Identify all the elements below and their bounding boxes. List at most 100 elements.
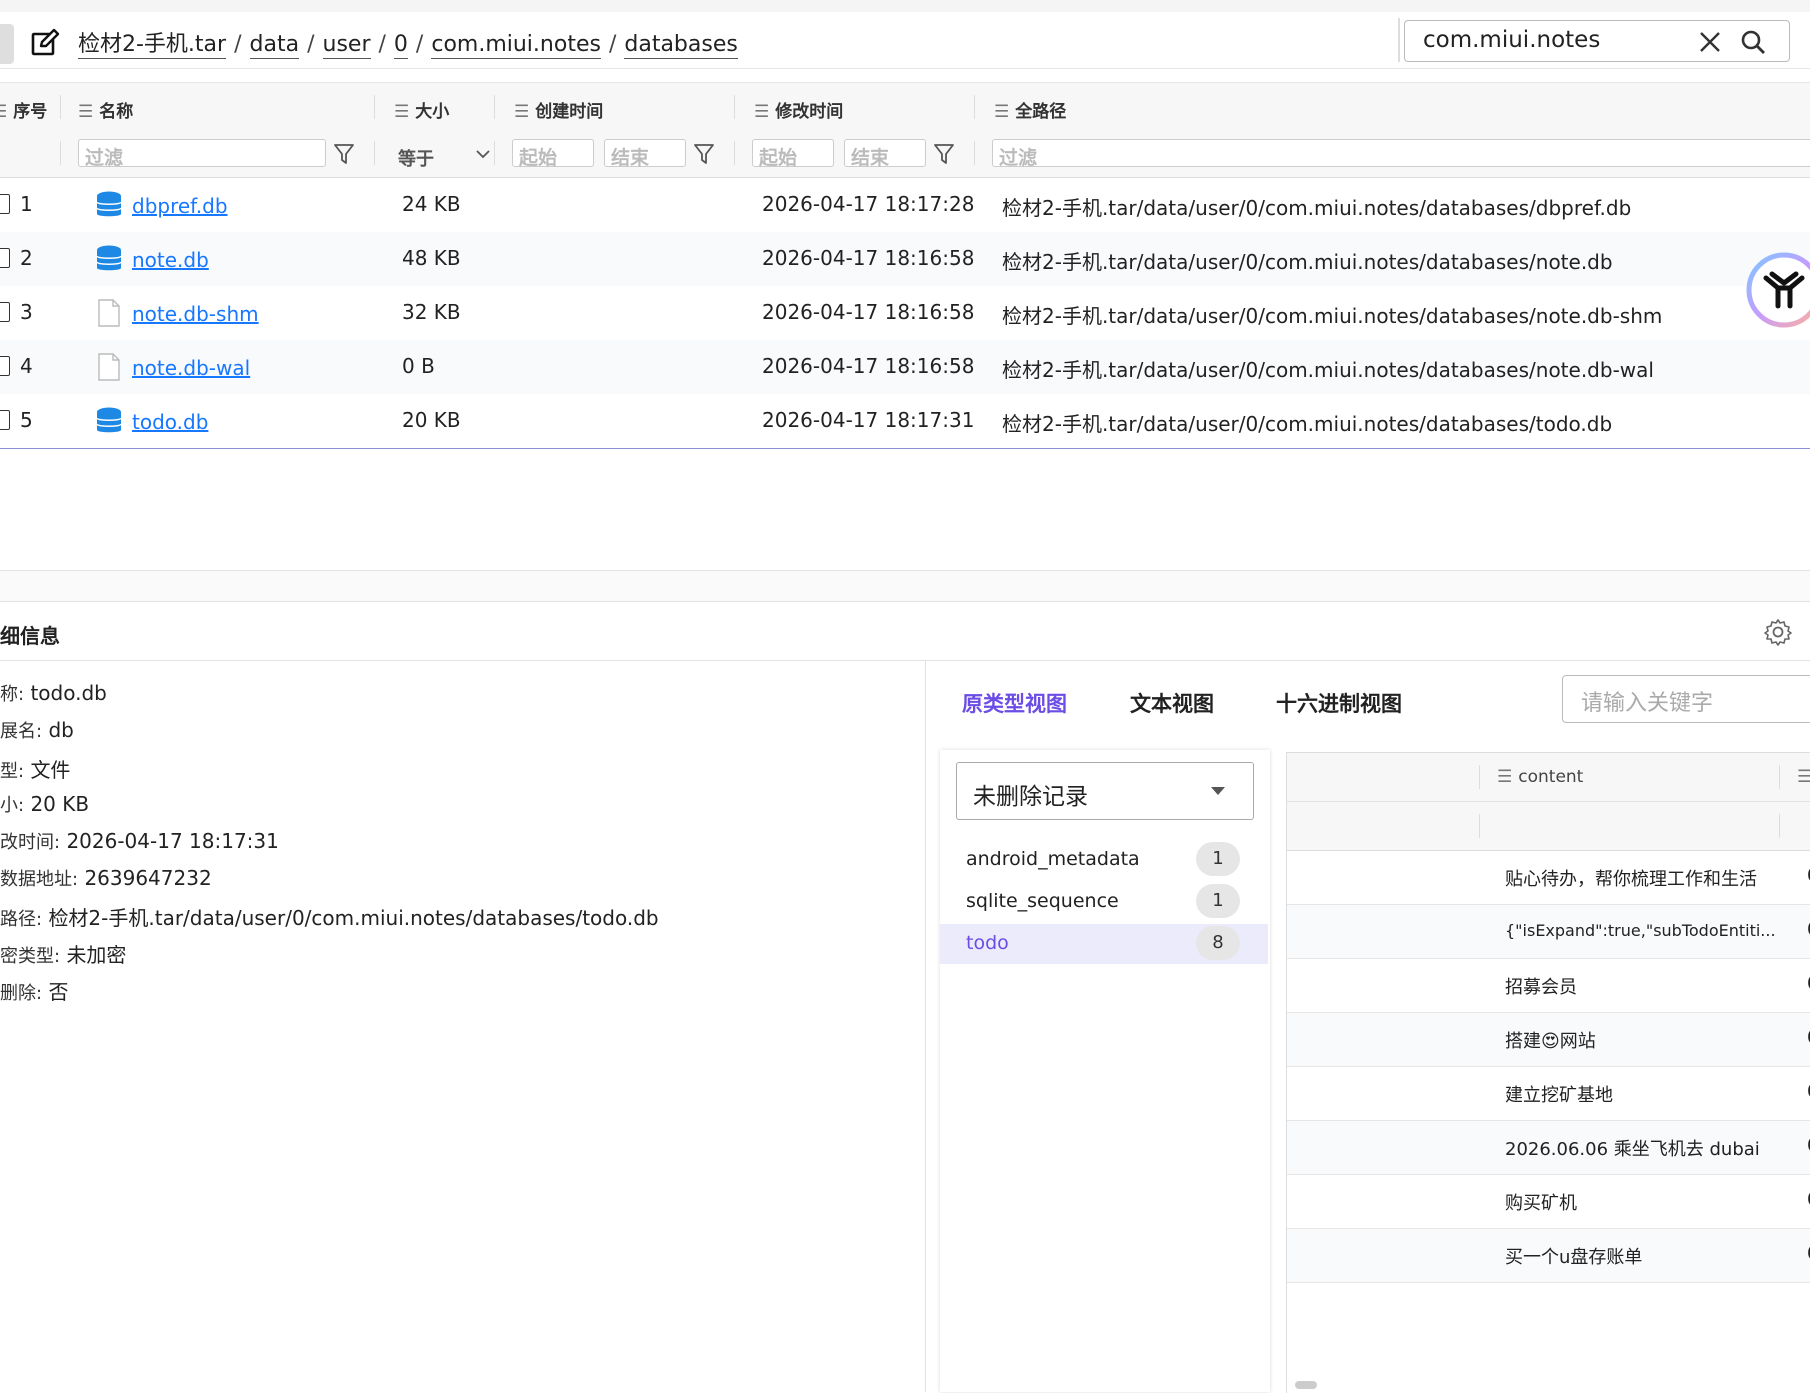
row-checkbox[interactable] bbox=[0, 194, 10, 214]
col-resizer[interactable] bbox=[60, 95, 61, 119]
file-icon bbox=[98, 299, 120, 327]
prop-deleted: 删除: 否 bbox=[0, 980, 69, 1004]
detail-panel-title: 细信息 bbox=[0, 624, 60, 648]
col-header-menu-icon[interactable]: ☰ bbox=[1797, 767, 1810, 787]
file-size: 48 KB bbox=[402, 246, 461, 270]
edit-path-icon[interactable] bbox=[30, 28, 60, 58]
col-resizer[interactable] bbox=[1779, 765, 1780, 789]
col-header-modified[interactable]: ☰ 修改时间 bbox=[754, 97, 843, 122]
file-name-link[interactable]: note.db bbox=[132, 248, 209, 272]
search-icon[interactable] bbox=[1740, 29, 1766, 55]
col-resizer[interactable] bbox=[734, 95, 735, 119]
grid-filter-row bbox=[1287, 802, 1810, 851]
col-header-size[interactable]: ☰ 大小 bbox=[394, 97, 449, 122]
breadcrumb-item[interactable]: com.miui.notes bbox=[431, 32, 601, 59]
col-header-created[interactable]: ☰ 创建时间 bbox=[514, 97, 603, 122]
row-index: 2 bbox=[20, 246, 33, 270]
modified-end-input[interactable]: 结束 bbox=[844, 139, 926, 169]
col-header-content[interactable]: ☰ content bbox=[1497, 767, 1583, 787]
record-filter-select[interactable]: 未删除记录 bbox=[956, 762, 1254, 820]
row-index: 3 bbox=[20, 300, 33, 324]
col-resizer[interactable] bbox=[974, 95, 975, 119]
record-grid: ☰content ☰ 贴心待办，帮你梳理工作和生活 0 {"isExpand":… bbox=[1286, 752, 1810, 1393]
prop-name: 称: todo.db bbox=[0, 681, 107, 705]
modified-time: 2026-04-17 18:16:58 bbox=[762, 300, 975, 324]
breadcrumb-item[interactable]: databases bbox=[624, 32, 738, 59]
grid-row[interactable]: 招募会员 0 bbox=[1287, 959, 1810, 1013]
gear-icon[interactable] bbox=[1764, 618, 1792, 646]
grid-row[interactable]: 贴心待办，帮你梳理工作和生活 0 bbox=[1287, 851, 1810, 905]
breadcrumb-item[interactable]: data bbox=[249, 32, 300, 59]
funnel-icon[interactable] bbox=[934, 143, 954, 165]
row-checkbox[interactable] bbox=[0, 302, 10, 322]
table-row-selected[interactable]: 5 todo.db 20 KB 2026-04-17 18:17:31 检材2-… bbox=[0, 394, 1810, 449]
grid-row[interactable]: 买一个u盘存账单 0 bbox=[1287, 1229, 1810, 1283]
full-path: 检材2-手机.tar/data/user/0/com.miui.notes/da… bbox=[1002, 196, 1632, 220]
created-start-input[interactable]: 起始 bbox=[512, 139, 594, 169]
col-resizer[interactable] bbox=[1479, 765, 1480, 789]
name-filter-input[interactable]: 过滤 bbox=[78, 139, 326, 169]
col-resizer bbox=[1479, 814, 1480, 838]
sidebar-collapse-handle[interactable] bbox=[0, 24, 14, 64]
col-header-path[interactable]: ☰ 全路径 bbox=[994, 97, 1066, 122]
table-row[interactable]: 1 dbpref.db 24 KB 2026-04-17 18:17:28 检材… bbox=[0, 178, 1810, 233]
full-path: 检材2-手机.tar/data/user/0/com.miui.notes/da… bbox=[1002, 358, 1654, 382]
col-resizer[interactable] bbox=[374, 95, 375, 119]
prop-extension: 展名: db bbox=[0, 718, 74, 742]
row-index: 1 bbox=[20, 192, 33, 216]
row-checkbox[interactable] bbox=[0, 248, 10, 268]
file-name-link[interactable]: dbpref.db bbox=[132, 194, 228, 218]
assistant-logo-icon[interactable] bbox=[1746, 252, 1810, 328]
tab-hex-view[interactable]: 十六进制视图 bbox=[1276, 688, 1402, 718]
keyword-search-input[interactable]: 请输入关键字 bbox=[1562, 675, 1810, 723]
col-header-index[interactable]: ☰序号 bbox=[0, 97, 47, 122]
file-size: 32 KB bbox=[402, 300, 461, 324]
grid-row[interactable]: 建立挖矿基地 0 bbox=[1287, 1067, 1810, 1121]
row-checkbox[interactable] bbox=[0, 356, 10, 376]
sqlite-table-list: 未删除记录 android_metadata 1 sqlite_sequence… bbox=[940, 750, 1270, 1392]
caret-down-icon bbox=[1211, 787, 1225, 795]
grid-row[interactable]: {"isExpand":true,"subTodoEntiti... 0 bbox=[1287, 905, 1810, 959]
table-row[interactable]: 3 note.db-shm 32 KB 2026-04-17 18:16:58 … bbox=[0, 286, 1810, 341]
modified-time: 2026-04-17 18:16:58 bbox=[762, 354, 975, 378]
funnel-icon[interactable] bbox=[334, 143, 354, 165]
table-item-sqlite-sequence[interactable]: sqlite_sequence 1 bbox=[940, 882, 1268, 922]
chevron-down-icon[interactable] bbox=[476, 149, 490, 159]
row-checkbox[interactable] bbox=[0, 410, 10, 430]
horizontal-scrollbar[interactable] bbox=[1295, 1381, 1317, 1389]
col-header-name[interactable]: ☰ 名称 bbox=[78, 97, 133, 122]
table-row[interactable]: 4 note.db-wal 0 B 2026-04-17 18:16:58 检材… bbox=[0, 340, 1810, 395]
breadcrumb-item[interactable]: 检材2-手机.tar bbox=[78, 32, 227, 59]
file-name-link[interactable]: note.db-shm bbox=[132, 302, 259, 326]
modified-start-input[interactable]: 起始 bbox=[752, 139, 834, 169]
breadcrumb-item[interactable]: user bbox=[322, 32, 371, 59]
database-icon bbox=[96, 245, 122, 271]
path-filter-input[interactable]: 过滤 bbox=[992, 139, 1810, 169]
tab-native-view[interactable]: 原类型视图 bbox=[962, 688, 1067, 718]
detail-divider bbox=[0, 660, 1810, 661]
full-path: 检材2-手机.tar/data/user/0/com.miui.notes/da… bbox=[1002, 250, 1613, 274]
table-item-label: todo bbox=[966, 932, 1009, 954]
table-row[interactable]: 2 note.db 48 KB 2026-04-17 18:16:58 检材2-… bbox=[0, 232, 1810, 287]
grid-row[interactable]: 搭建😍网站 0 bbox=[1287, 1013, 1810, 1067]
created-end-input[interactable]: 结束 bbox=[604, 139, 686, 169]
table-item-todo[interactable]: todo 8 bbox=[940, 924, 1268, 964]
clear-icon[interactable] bbox=[1699, 31, 1721, 53]
breadcrumb-item[interactable]: 0 bbox=[393, 32, 408, 59]
file-table-header: ☰序号 ☰名称 ☰大小 ☰创建时间 ☰修改时间 ☰全路径 bbox=[0, 82, 1810, 132]
funnel-icon[interactable] bbox=[694, 143, 714, 165]
tab-text-view[interactable]: 文本视图 bbox=[1130, 688, 1214, 718]
table-item-android-metadata[interactable]: android_metadata 1 bbox=[940, 840, 1268, 880]
file-name-link[interactable]: todo.db bbox=[132, 410, 208, 434]
grid-row[interactable]: 购买矿机 0 bbox=[1287, 1175, 1810, 1229]
database-icon bbox=[96, 191, 122, 217]
grid-row[interactable]: 2026.06.06 乘坐飞机去 dubai 0 bbox=[1287, 1121, 1810, 1175]
search-input[interactable]: com.miui.notes bbox=[1404, 20, 1790, 62]
col-resizer[interactable] bbox=[494, 95, 495, 119]
content-cell: 贴心待办，帮你梳理工作和生活 bbox=[1505, 869, 1757, 890]
detail-vertical-splitter[interactable] bbox=[925, 661, 926, 1392]
prop-encryption: 密类型: 未加密 bbox=[0, 943, 127, 967]
file-name-link[interactable]: note.db-wal bbox=[132, 356, 250, 380]
panel-splitter[interactable] bbox=[0, 570, 1810, 602]
size-compare-select[interactable]: 等于 bbox=[398, 145, 434, 171]
